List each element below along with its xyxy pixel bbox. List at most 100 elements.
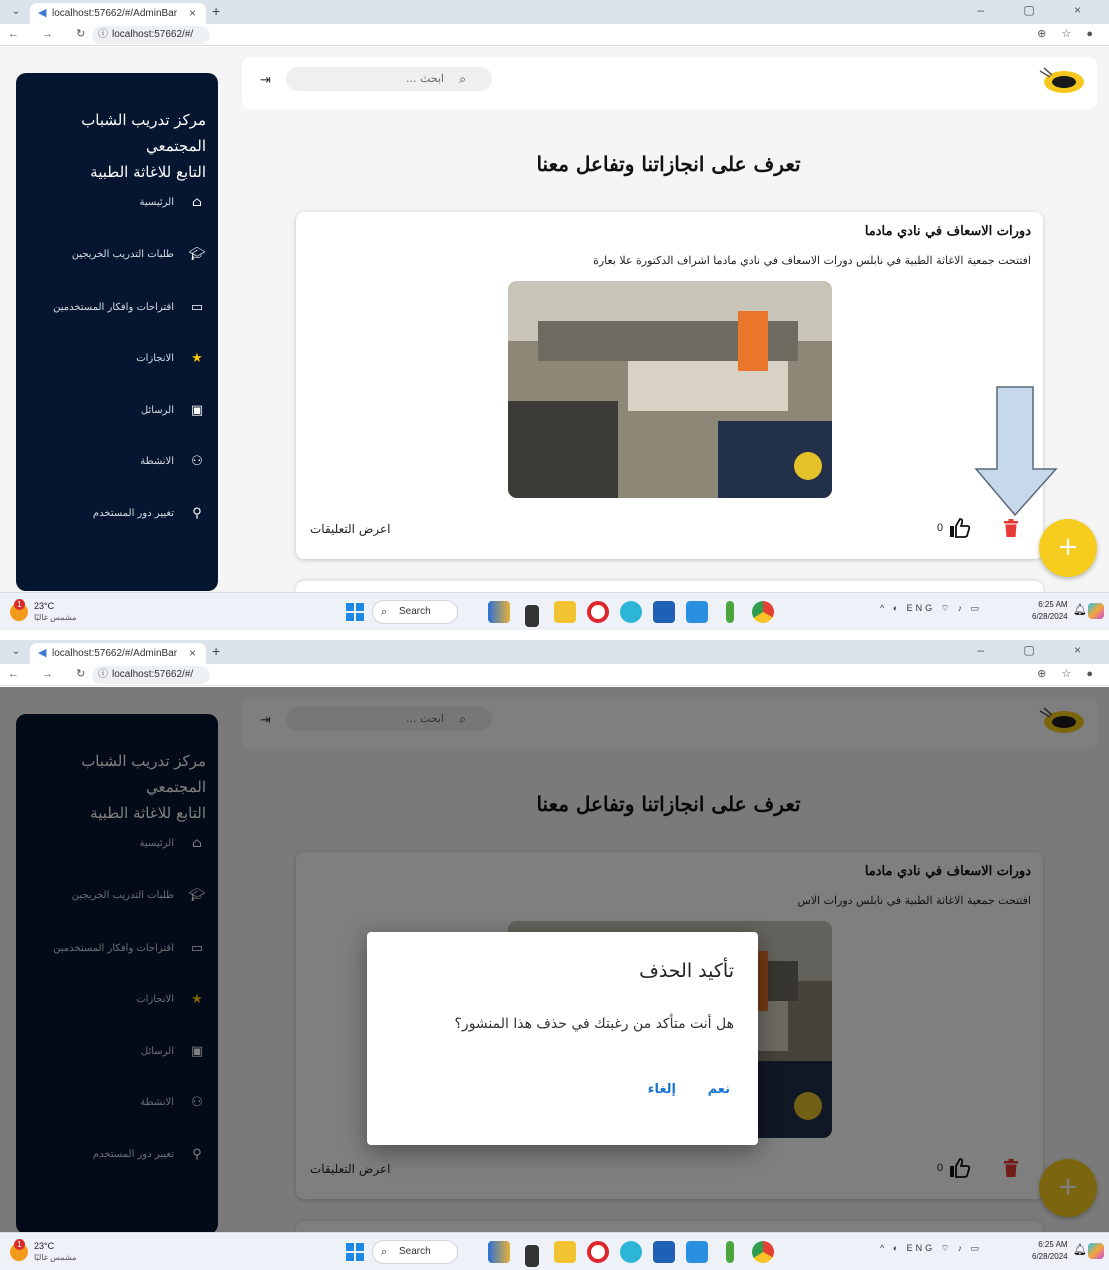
delete-icon[interactable] — [1004, 519, 1018, 537]
weather-temp: 23°C — [34, 601, 55, 611]
edge-icon[interactable] — [620, 601, 642, 623]
dialog-title: تأكيد الحذف — [639, 960, 734, 982]
like-count: 0 — [937, 522, 944, 534]
mongodb-icon[interactable] — [726, 1241, 734, 1263]
sidebar: مركز تدريب الشباب المجتمعي التابع للاغاث… — [16, 73, 218, 591]
organization-logo — [1039, 67, 1084, 93]
app-icon[interactable] — [488, 601, 510, 623]
windows-taskbar: 1 23°C مشمس غالبًا ⌕ Search ^ ◐ ENG ⌔ ♪ ▭… — [0, 592, 1109, 630]
weather-widget[interactable]: 1 23°C مشمس غالبًا — [8, 1239, 98, 1265]
store-icon[interactable] — [653, 1241, 675, 1263]
tab-search-icon[interactable]: ⌄ — [8, 5, 24, 19]
start-button[interactable] — [346, 603, 364, 621]
delete-confirm-dialog: تأكيد الحذف هل أنت متأكد من رغبتك في حذف… — [367, 932, 758, 1145]
system-tray[interactable]: ^ ◐ ENG ⌔ ♪ ▭ — [880, 1243, 982, 1254]
site-info-icon[interactable]: ⓘ — [98, 666, 108, 684]
url-text: localhost:57662/#/ — [112, 29, 194, 40]
sidebar-item-messages[interactable]: ▣ الرسائل — [141, 399, 206, 421]
post-photo — [508, 281, 832, 498]
chrome-icon[interactable] — [752, 1241, 774, 1263]
tab-search-icon[interactable]: ⌄ — [8, 645, 24, 659]
view-comments-link[interactable]: اعرض التعليقات — [310, 522, 390, 536]
window-controls[interactable]: – ▢ × — [977, 3, 1099, 17]
notification-bell-icon[interactable]: 🔔︎ — [1073, 603, 1087, 616]
taskbar-search[interactable]: ⌕ Search — [372, 1240, 458, 1264]
new-tab-icon[interactable]: + — [212, 3, 220, 19]
browser-tab[interactable]: ◀ localhost:57662/#/AdminBar × — [30, 3, 206, 24]
file-explorer-icon[interactable] — [554, 1241, 576, 1263]
screenshot-delete-dialog: ⌄ ◀ localhost:57662/#/AdminBar × + – ▢ ×… — [0, 640, 1109, 1270]
clock[interactable]: 6:25 AM 6/28/2024 — [1032, 1239, 1068, 1263]
annotation-down-arrow-icon — [974, 386, 1058, 517]
graduation-cap-icon: 🎓︎ — [188, 246, 206, 262]
tab-close-icon[interactable]: × — [189, 643, 196, 664]
copilot-icon[interactable] — [1088, 603, 1104, 619]
cancel-button[interactable]: إلغاء — [648, 1082, 676, 1097]
mongodb-icon[interactable] — [726, 601, 734, 623]
navigation-icons[interactable]: ← → ↻ — [8, 667, 95, 680]
sidebar-item-achievements[interactable]: ★ الانجازات — [136, 347, 206, 369]
sidebar-item-activities[interactable]: ⚇ الانشطة — [140, 450, 206, 472]
browser-tab-strip: ⌄ ◀ localhost:57662/#/AdminBar × + – ▢ × — [0, 640, 1109, 664]
weather-condition: مشمس غالبًا — [34, 613, 77, 622]
new-tab-icon[interactable]: + — [212, 643, 220, 659]
top-bar: ⇥ ⌕ ابحث ... — [242, 57, 1097, 109]
weather-widget[interactable]: 1 23°C مشمس غالبًا — [8, 599, 98, 625]
taskbar-apps — [488, 1241, 774, 1267]
file-explorer-icon[interactable] — [554, 601, 576, 623]
app-viewport: مركز تدريب الشباب المجتمعي التابع للاغاث… — [0, 47, 1109, 601]
toolbar-right-icons[interactable]: ⊕ ☆ ● — [1037, 27, 1099, 40]
add-post-button[interactable]: + — [1039, 519, 1097, 577]
browser-toolbar: ← → ↻ ⓘ localhost:57662/#/ ⊕ ☆ ● — [0, 24, 1109, 46]
sidebar-item-change-role[interactable]: ⚲ تغيير دور المستخدم — [93, 502, 206, 524]
browser-tab[interactable]: ◀ localhost:57662/#/AdminBar × — [30, 643, 206, 664]
app-icon[interactable] — [488, 1241, 510, 1263]
task-view-icon[interactable] — [525, 605, 539, 627]
notification-bell-icon[interactable]: 🔔︎ — [1073, 1243, 1087, 1256]
chrome-icon[interactable] — [752, 601, 774, 623]
toolbar-right-icons[interactable]: ⊕ ☆ ● — [1037, 667, 1099, 680]
sidebar-item-training-requests[interactable]: 🎓︎ طلبات التدريب الخريجين — [72, 243, 206, 265]
sidebar-item-home[interactable]: ⌂ الرئيسية — [140, 191, 206, 213]
sidebar-item-label: تغيير دور المستخدم — [92, 507, 174, 519]
person-add-icon: ⚲ — [192, 505, 202, 521]
sidebar-item-label: الانشطة — [140, 455, 174, 467]
page-heading: تعرف على انجازاتنا وتفاعل معنا — [536, 152, 801, 176]
opera-icon[interactable] — [587, 601, 609, 623]
browser-toolbar: ← → ↻ ⓘ localhost:57662/#/ ⊕ ☆ ● — [0, 664, 1109, 686]
navigation-icons[interactable]: ← → ↻ — [8, 27, 95, 40]
copilot-icon[interactable] — [1088, 1243, 1104, 1259]
start-button[interactable] — [346, 1243, 364, 1261]
vscode-icon[interactable] — [686, 1241, 708, 1263]
address-bar[interactable]: ⓘ localhost:57662/#/ — [92, 26, 210, 44]
window-controls[interactable]: – ▢ × — [977, 643, 1099, 657]
logout-icon[interactable]: ⇥ — [260, 73, 271, 88]
opera-icon[interactable] — [587, 1241, 609, 1263]
sidebar-item-suggestions[interactable]: ▭ اقتراحات وافكار المستخدمين — [53, 296, 206, 318]
search-icon: ⌕ — [381, 1246, 388, 1258]
store-icon[interactable] — [653, 601, 675, 623]
search-placeholder: ابحث ... — [405, 72, 444, 85]
thumbs-up-icon[interactable] — [949, 518, 971, 538]
search-icon: ⌕ — [459, 72, 466, 86]
taskbar-search[interactable]: ⌕ Search — [372, 600, 458, 624]
windows-taskbar: 1 23°C مشمس غالبًا ⌕ Search ^ ◐ ENG ⌔ ♪ ▭… — [0, 1232, 1109, 1270]
clock[interactable]: 6:25 AM 6/28/2024 — [1032, 599, 1068, 623]
tab-close-icon[interactable]: × — [189, 3, 196, 24]
post-title: دورات الاسعاف في نادي مادما — [864, 224, 1031, 239]
confirm-button[interactable]: نعم — [708, 1082, 730, 1097]
tab-title: localhost:57662/#/AdminBar — [52, 8, 178, 19]
post-body: افتتحت جمعية الاغاثة الطبية في نابلس دور… — [593, 254, 1031, 267]
vscode-icon[interactable] — [686, 601, 708, 623]
post-card: دورات الاسعاف في نادي مادما افتتحت جمعية… — [296, 212, 1043, 559]
address-bar[interactable]: ⓘ localhost:57662/#/ — [92, 666, 210, 684]
task-view-icon[interactable] — [525, 1245, 539, 1267]
system-tray[interactable]: ^ ◐ ENG ⌔ ♪ ▭ — [880, 603, 982, 614]
weather-condition: مشمس غالبًا — [34, 1253, 77, 1262]
edge-icon[interactable] — [620, 1241, 642, 1263]
tab-title: localhost:57662/#/AdminBar — [52, 648, 178, 659]
search-input[interactable]: ⌕ ابحث ... — [286, 67, 492, 91]
flutter-favicon-icon: ◀ — [38, 647, 47, 659]
site-info-icon[interactable]: ⓘ — [98, 26, 108, 44]
like-group: 0 — [937, 516, 997, 540]
